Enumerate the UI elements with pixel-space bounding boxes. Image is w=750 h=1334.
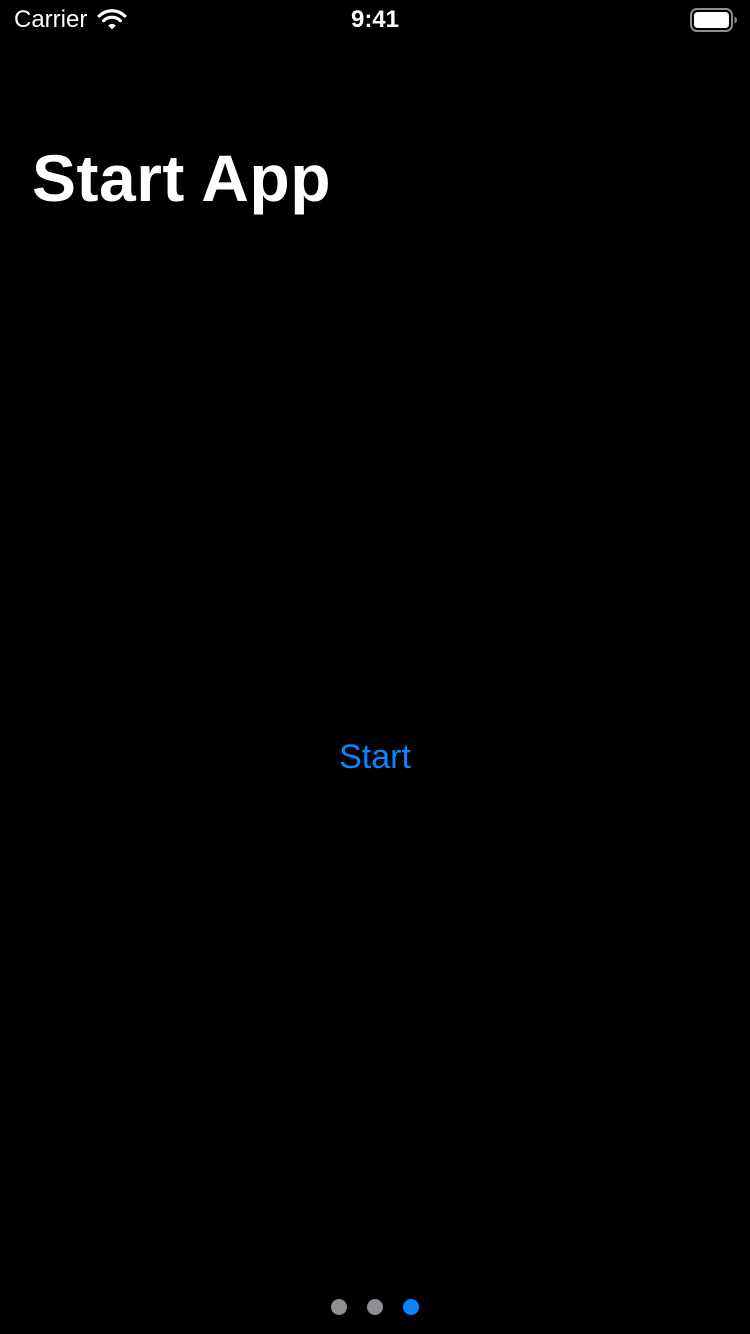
page-dot[interactable] <box>367 1299 383 1315</box>
page-dot[interactable] <box>331 1299 347 1315</box>
page-title: Start App <box>32 141 332 215</box>
page-dot[interactable] <box>403 1299 419 1315</box>
battery-full-icon <box>690 8 737 32</box>
status-bar: Carrier 9:41 <box>0 0 750 40</box>
page-control[interactable] <box>0 1299 750 1317</box>
start-button[interactable]: Start <box>275 734 475 780</box>
clock-time: 9:41 <box>350 6 400 33</box>
